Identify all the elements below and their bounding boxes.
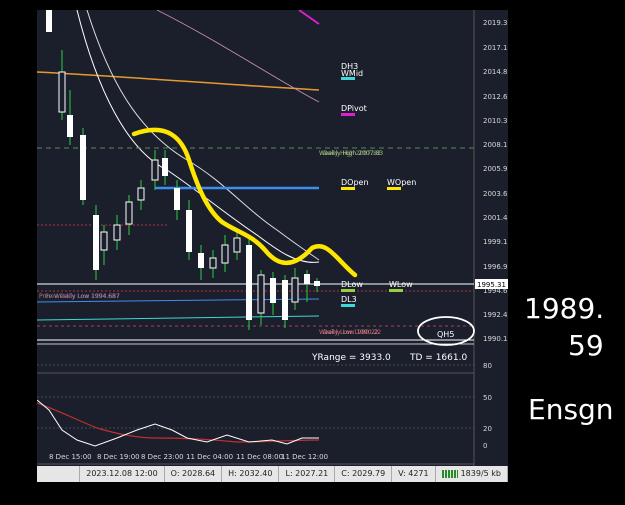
note-line1: 1989. xyxy=(524,292,604,325)
note-line3: Ensgn xyxy=(528,393,614,426)
handwritten-notes: 1989. 59 Ensgn xyxy=(524,292,614,426)
note-line2: 59 xyxy=(568,329,604,362)
